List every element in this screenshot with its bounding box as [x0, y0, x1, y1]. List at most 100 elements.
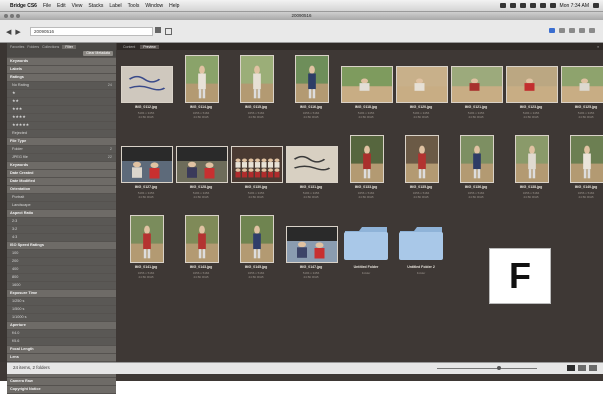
thumbnail[interactable]: IMG_0128.jpg 5184 x 3456 24 Bit RGB — [175, 133, 228, 211]
thumbnail-image[interactable] — [185, 55, 219, 103]
panel-menu-icon[interactable]: ≡ — [594, 45, 602, 49]
refine-icon[interactable] — [165, 28, 172, 35]
thumbnail[interactable]: IMG_0140.jpg 3456 x 5184 24 Bit RGB — [560, 133, 603, 211]
thumbnail-image[interactable] — [341, 66, 393, 103]
filter-item[interactable]: 100 — [7, 250, 116, 258]
search-icon[interactable] — [589, 28, 595, 33]
filter-item[interactable]: ★★★★ — [7, 114, 116, 122]
grid-view-button[interactable] — [567, 365, 575, 371]
menu-file[interactable]: File — [43, 3, 51, 9]
filter-item[interactable]: ★★★ — [7, 106, 116, 114]
filter-category[interactable]: Copyright Notice — [7, 386, 116, 394]
spotlight-icon[interactable] — [593, 3, 599, 8]
thumbnail[interactable]: IMG_0116.jpg 3456 x 5184 24 Bit RGB — [285, 53, 337, 131]
thumbnail[interactable]: IMG_0130.jpg 5184 x 3456 24 Bit RGB — [230, 133, 283, 211]
thumbnail[interactable]: IMG_0145.jpg 3456 x 5184 24 Bit RGB — [230, 213, 282, 291]
zoom-window-button[interactable] — [16, 14, 20, 18]
thumbnail[interactable]: IMG_0118.jpg 5184 x 3456 24 Bit RGB — [340, 53, 393, 131]
menu-stacks[interactable]: Stacks — [88, 3, 103, 9]
volume-icon[interactable] — [539, 3, 546, 8]
filter-category[interactable]: Exposure Time — [7, 290, 116, 298]
thumbnail-image[interactable] — [231, 146, 283, 183]
filter-item[interactable]: JPEG file 22 — [7, 154, 116, 162]
thumbnail[interactable]: IMG_0115.jpg 3456 x 5184 24 Bit RGB — [230, 53, 282, 131]
thumbnail-image[interactable] — [240, 55, 274, 103]
metadata-view-button[interactable] — [569, 28, 575, 33]
menu-label[interactable]: Label — [109, 3, 121, 9]
close-window-button[interactable] — [4, 14, 8, 18]
folder-icon[interactable] — [343, 225, 389, 261]
filter-item[interactable]: 3:2 — [7, 226, 116, 234]
filter-item[interactable]: 1600 — [7, 282, 116, 290]
filter-item[interactable]: ★★★★★ — [7, 122, 116, 130]
filter-item[interactable]: ★★ — [7, 98, 116, 106]
filter-item[interactable]: Portrait — [7, 194, 116, 202]
thumbnail[interactable]: IMG_0120.jpg 5184 x 3456 24 Bit RGB — [395, 53, 448, 131]
essentials-view-button[interactable] — [549, 28, 555, 33]
filter-item[interactable]: 2:3 — [7, 218, 116, 226]
filter-item[interactable]: No Rating 24 — [7, 82, 116, 90]
filter-category[interactable]: Labels — [7, 66, 116, 74]
thumbnail-size-slider[interactable] — [437, 368, 537, 369]
tab-folders[interactable]: Folders — [27, 45, 39, 49]
thumbnail-image[interactable] — [240, 215, 274, 263]
filter-category[interactable]: Camera Raw — [7, 378, 116, 386]
thumbnail[interactable]: IMG_0123.jpg 5184 x 3456 24 Bit RGB — [505, 53, 558, 131]
status-icon[interactable] — [519, 3, 526, 8]
tab-filter[interactable]: Filter — [62, 44, 76, 49]
thumbnail-image[interactable] — [185, 215, 219, 263]
thumbnail[interactable]: IMG_0141.jpg 3456 x 5184 24 Bit RGB — [120, 213, 172, 291]
filter-item[interactable]: 800 — [7, 274, 116, 282]
thumbnail-image[interactable] — [121, 66, 173, 103]
thumbnail[interactable]: IMG_0127.jpg 5184 x 3456 24 Bit RGB — [120, 133, 173, 211]
wifi-icon[interactable] — [529, 3, 536, 8]
filter-category[interactable]: Focal Length — [7, 346, 116, 354]
back-button[interactable]: ◀ — [6, 28, 11, 36]
filmstrip-view-button[interactable] — [559, 28, 565, 33]
thumbnail[interactable]: IMG_0112.jpg 5184 x 3456 24 Bit RGB — [120, 53, 173, 131]
thumbnail[interactable]: IMG_0147.jpg 5184 x 3456 24 Bit RGB — [285, 213, 338, 291]
thumbnail-image[interactable] — [561, 66, 603, 103]
thumbnail-image[interactable] — [350, 135, 384, 183]
list-view-button[interactable] — [589, 365, 597, 371]
thumbnail-size-knob[interactable] — [497, 366, 501, 370]
filter-category[interactable]: Ratings — [7, 74, 116, 82]
clear-filter-button[interactable]: Clear Metadata — [83, 51, 113, 56]
folder-thumbnail[interactable]: Untitled Folder Folder — [340, 213, 392, 291]
filter-item[interactable]: ★ — [7, 90, 116, 98]
keywords-view-button[interactable] — [579, 28, 585, 33]
filter-category[interactable]: Orientation — [7, 186, 116, 194]
tab-content[interactable]: Content — [120, 45, 138, 49]
tab-favorites[interactable]: Favorites — [10, 45, 24, 49]
filter-item[interactable]: Folder 2 — [7, 146, 116, 154]
menu-app[interactable]: Bridge CS6 — [10, 3, 37, 9]
detail-view-button[interactable] — [578, 365, 586, 371]
menu-view[interactable]: View — [72, 3, 83, 9]
thumbnail[interactable]: IMG_0133.jpg 3456 x 5184 24 Bit RGB — [340, 133, 392, 211]
filter-category[interactable]: Aperture — [7, 322, 116, 330]
menu-window[interactable]: Window — [145, 3, 163, 9]
battery-icon[interactable] — [549, 3, 556, 8]
thumbnail[interactable]: IMG_0131.jpg 5184 x 3456 24 Bit RGB — [285, 133, 338, 211]
filter-category[interactable]: File Type — [7, 138, 116, 146]
thumbnail-image[interactable] — [295, 55, 329, 103]
thumbnail[interactable]: IMG_0135.jpg 3456 x 5184 24 Bit RGB — [395, 133, 447, 211]
thumbnail-image[interactable] — [506, 66, 558, 103]
thumbnail-image[interactable] — [396, 66, 448, 103]
thumbnail-image[interactable] — [176, 146, 228, 183]
filter-category[interactable]: ISO Speed Ratings — [7, 242, 116, 250]
minimize-window-button[interactable] — [10, 14, 14, 18]
thumbnail[interactable]: IMG_0121.jpg 5184 x 3456 24 Bit RGB — [450, 53, 503, 131]
status-icon[interactable] — [499, 3, 506, 8]
thumbnail[interactable]: IMG_0136.jpg 3456 x 5184 24 Bit RGB — [450, 133, 502, 211]
filter-category[interactable]: Date Modified — [7, 178, 116, 186]
thumbnail-image[interactable] — [515, 135, 549, 183]
filter-category[interactable]: Date Created — [7, 170, 116, 178]
menu-tools[interactable]: Tools — [128, 3, 140, 9]
thumbnail-image[interactable] — [130, 215, 164, 263]
filter-item[interactable]: f/4.0 — [7, 330, 116, 338]
thumbnail-image[interactable] — [286, 146, 338, 183]
thumbnail[interactable]: IMG_0114.jpg 3456 x 5184 24 Bit RGB — [175, 53, 227, 131]
menubar-clock[interactable]: Mon 7:34 AM — [560, 3, 589, 9]
filter-item[interactable]: 1/250 s — [7, 298, 116, 306]
